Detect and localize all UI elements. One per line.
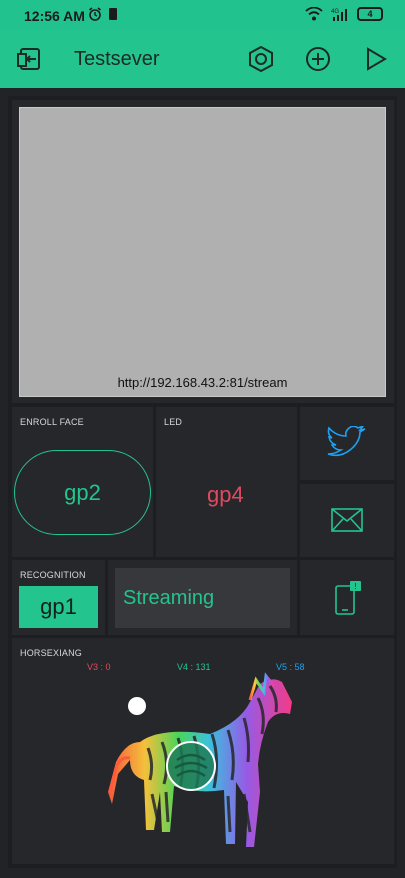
svg-text:!: ! — [354, 582, 356, 591]
joystick-v5-value: V5 : 58 — [276, 662, 305, 672]
recognition-button[interactable]: gp1 — [19, 586, 98, 628]
twitter-icon — [327, 426, 366, 457]
status-time: 12:56 AM — [24, 8, 85, 24]
terminal-output[interactable]: Streaming — [115, 568, 290, 628]
app-bar: Testsever — [0, 30, 405, 88]
phone-notification-icon: ! — [335, 581, 361, 615]
video-stream-frame: http://192.168.43.2:81/stream — [19, 107, 386, 397]
svg-text:4G: 4G — [331, 9, 339, 15]
storage-icon — [109, 8, 117, 20]
wifi-icon — [305, 7, 323, 21]
notification-widget[interactable]: ! — [300, 560, 394, 635]
alarm-icon — [89, 7, 101, 21]
led-value: gp4 — [207, 482, 244, 507]
exit-icon[interactable] — [16, 44, 46, 74]
email-icon — [331, 508, 363, 532]
joystick-label: HORSEXIANG — [20, 648, 83, 658]
add-widget-icon[interactable] — [303, 44, 333, 74]
status-bar: 12:56 AM 4G 4 — [0, 0, 405, 30]
joystick-handle[interactable] — [163, 738, 219, 794]
email-widget[interactable] — [300, 484, 394, 557]
recognition-label: RECOGNITION — [20, 570, 86, 580]
twitter-widget[interactable] — [300, 407, 394, 480]
signal-icon: 4G — [331, 9, 347, 21]
stream-url: http://192.168.43.2:81/stream — [117, 375, 288, 390]
settings-nut-icon[interactable] — [246, 44, 276, 74]
project-title: Testsever — [74, 48, 160, 70]
enroll-face-label: ENROLL FACE — [20, 417, 84, 427]
joystick-v4-value: V4 : 131 — [177, 662, 211, 672]
joystick-v3-value: V3 : 0 — [87, 662, 111, 672]
play-icon[interactable] — [360, 44, 390, 74]
enroll-face-button[interactable]: gp2 — [14, 450, 151, 535]
battery-icon: 4 — [357, 7, 383, 21]
joystick-reference-dot — [128, 697, 146, 715]
led-label: LED — [164, 417, 183, 427]
